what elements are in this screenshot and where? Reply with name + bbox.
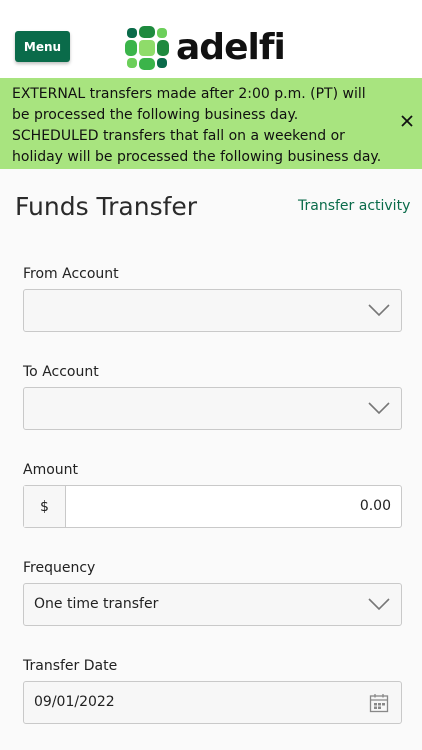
transfer-date-value[interactable]: 09/01/2022 — [34, 694, 115, 710]
chevron-down-icon — [368, 304, 390, 317]
transfer-date-field[interactable]: 09/01/2022 — [23, 681, 402, 724]
frequency-select[interactable]: One time transfer — [23, 583, 402, 626]
chevron-down-icon — [368, 402, 390, 415]
amount-field[interactable]: $ 0.00 — [23, 485, 402, 528]
amount-input[interactable]: 0.00 — [360, 498, 391, 514]
from-account-label: From Account — [23, 266, 119, 282]
top-header: Menu adelfi — [0, 0, 422, 78]
adelfi-logo[interactable]: adelfi — [124, 24, 304, 72]
logo-mark-icon — [125, 26, 169, 70]
menu-button[interactable]: Menu — [15, 31, 70, 62]
frequency-label: Frequency — [23, 560, 96, 576]
transfer-notice-banner: EXTERNAL transfers made after 2:00 p.m. … — [0, 78, 422, 169]
transfer-date-label: Transfer Date — [23, 658, 118, 674]
notice-message: EXTERNAL transfers made after 2:00 p.m. … — [12, 86, 382, 165]
calendar-icon[interactable] — [369, 693, 389, 713]
to-account-select[interactable] — [23, 387, 402, 430]
frequency-value: One time transfer — [34, 596, 159, 612]
close-icon[interactable] — [400, 114, 414, 128]
from-account-select[interactable] — [23, 289, 402, 332]
to-account-label: To Account — [23, 364, 99, 380]
chevron-down-icon — [368, 598, 390, 611]
transfer-activity-link[interactable]: Transfer activity — [298, 198, 410, 214]
logo-text: adelfi — [176, 27, 286, 68]
page-title: Funds Transfer — [15, 192, 198, 221]
amount-label: Amount — [23, 462, 79, 478]
currency-symbol: $ — [24, 486, 66, 527]
